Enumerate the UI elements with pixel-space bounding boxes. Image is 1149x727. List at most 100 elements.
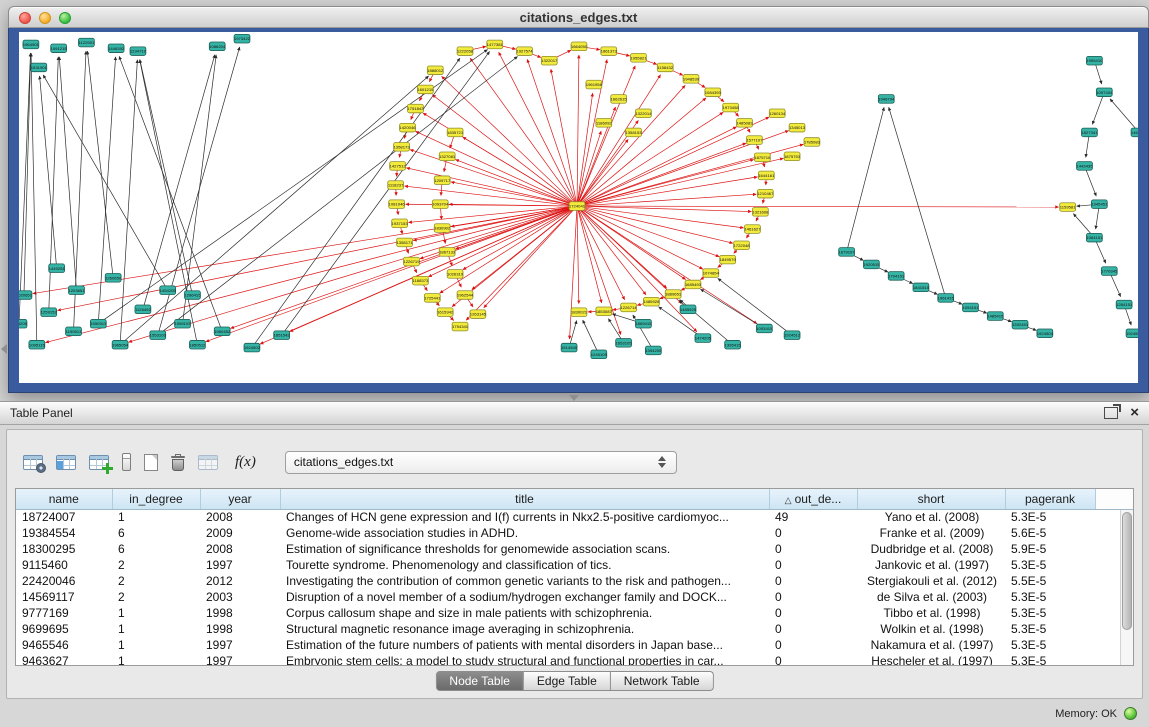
table-cell[interactable]: 18300295 [16, 541, 112, 557]
create-column-button[interactable] [87, 447, 111, 477]
table-cell[interactable]: 9115460 [16, 557, 112, 573]
table-row[interactable]: 969969511998Structural magnetic resonanc… [16, 621, 1133, 637]
graph-node[interactable]: 1188373 [412, 276, 429, 285]
show-columns-button[interactable] [54, 447, 78, 477]
graph-node[interactable]: 1615342 [437, 308, 454, 317]
table-cell[interactable]: Hescheler et al. (1997) [857, 653, 1005, 666]
table-row[interactable]: 1872400712008Changes of HCN gene express… [16, 509, 1133, 525]
table-cell[interactable]: Jankovic et al. (1997) [857, 557, 1005, 573]
function-builder-button[interactable]: f(x) [229, 447, 262, 477]
table-selector-dropdown[interactable]: citations_edges.txt [285, 451, 677, 474]
graph-node[interactable]: 1965054 [112, 340, 129, 349]
graph-node[interactable]: 1159581 [1060, 203, 1077, 212]
table-cell[interactable]: 9463627 [16, 653, 112, 666]
table-cell[interactable]: 0 [769, 589, 857, 605]
graph-node[interactable]: 1427512 [390, 162, 407, 171]
graph-node[interactable]: 1835721 [447, 128, 464, 137]
table-cell[interactable]: 22420046 [16, 573, 112, 589]
close-panel-icon[interactable]: × [1130, 407, 1139, 419]
table-cell[interactable]: 19384554 [16, 525, 112, 541]
table-cell[interactable]: Tibbo et al. (1998) [857, 605, 1005, 621]
table-cell[interactable]: 0 [769, 605, 857, 621]
graph-node[interactable]: 1093704 [432, 200, 449, 209]
graph-node[interactable]: 1358171 [396, 238, 413, 247]
table-cell[interactable]: 2 [112, 573, 200, 589]
graph-node[interactable]: 1245105 [591, 350, 608, 359]
graph-node[interactable]: 1685493 [685, 280, 702, 289]
table-cell[interactable]: Yano et al. (2008) [857, 509, 1005, 525]
graph-node[interactable]: 1927574 [516, 47, 533, 56]
table-cell[interactable]: 0 [769, 653, 857, 666]
graph-node[interactable]: 1095115 [29, 340, 46, 349]
single-column-button[interactable] [120, 447, 133, 477]
graph-node[interactable]: 1454205 [160, 286, 177, 295]
graph-node[interactable]: 1358173 [393, 142, 410, 151]
graph-node[interactable]: 1485083 [736, 119, 753, 128]
column-header-out-degree[interactable]: △out_de... [769, 489, 857, 509]
table-cell[interactable]: 0 [769, 525, 857, 541]
graph-node[interactable]: 1961958 [586, 80, 603, 89]
graph-node[interactable]: 1754341 [452, 322, 469, 331]
graph-node[interactable]: 1104205 [19, 319, 28, 328]
table-cell[interactable]: Genome-wide association studies in ADHD. [280, 525, 769, 541]
graph-node[interactable]: 1203651 [68, 286, 85, 295]
graph-node[interactable]: 1679197 [839, 248, 856, 257]
memory-status-indicator[interactable] [1124, 707, 1137, 720]
graph-node[interactable]: 1830902 [434, 224, 451, 233]
splitter-collapse-left-icon[interactable] [1, 344, 7, 354]
table-cell[interactable]: 0 [769, 557, 857, 573]
graph-node[interactable]: 1026319 [447, 270, 464, 279]
column-header-year[interactable]: year [200, 489, 280, 509]
graph-node[interactable]: 1226714 [620, 303, 637, 312]
table-cell[interactable]: Structural magnetic resonance image aver… [280, 621, 769, 637]
table-cell[interactable]: Disruption of a novel member of a sodium… [280, 589, 769, 605]
graph-node[interactable]: 1126492 [135, 305, 152, 314]
table-cell[interactable]: 5.9E-5 [1005, 541, 1095, 557]
table-cell[interactable]: 5.3E-5 [1005, 589, 1095, 605]
graph-node[interactable]: 1284151 [1116, 300, 1133, 309]
table-row[interactable]: 1938455462009Genome-wide association stu… [16, 525, 1133, 541]
table-row[interactable]: 977716911998Corpus callosum shape and si… [16, 605, 1133, 621]
graph-node[interactable]: 1118237 [388, 181, 404, 190]
vertical-scrollbar[interactable] [1120, 510, 1133, 665]
graph-node[interactable]: 1093415 [756, 324, 773, 333]
table-cell[interactable]: 0 [769, 573, 857, 589]
graph-node[interactable]: 1722048 [733, 241, 750, 250]
table-cell[interactable]: 2009 [200, 525, 280, 541]
graph-node[interactable]: 1841515 [913, 283, 930, 292]
graph-node[interactable]: 1259152 [41, 308, 58, 317]
table-cell[interactable]: Nakamura et al. (1997) [857, 637, 1005, 653]
graph-node[interactable]: 1851542 [274, 331, 291, 340]
graph-node[interactable]: 1474205 [695, 334, 712, 343]
table-cell[interactable]: 1998 [200, 605, 280, 621]
graph-node[interactable]: 1020651 [19, 291, 33, 300]
table-cell[interactable]: 2008 [200, 509, 280, 525]
table-row[interactable]: 1456911722003Disruption of a novel membe… [16, 589, 1133, 605]
table-cell[interactable]: 2 [112, 557, 200, 573]
scrollbar-thumb[interactable] [1122, 512, 1132, 630]
zoom-window-button[interactable] [59, 12, 71, 24]
graph-node[interactable]: 1664050 [571, 42, 588, 51]
graph-node[interactable]: 1263145 [470, 310, 487, 319]
table-row[interactable]: 946362711997Embryonic stem cells: a mode… [16, 653, 1133, 666]
table-cell[interactable]: Estimation of significance thresholds fo… [280, 541, 769, 557]
graph-node[interactable]: 1924512 [784, 331, 801, 340]
graph-node[interactable]: 1920515 [863, 260, 880, 269]
graph-node[interactable]: 1955410 [1086, 56, 1103, 65]
graph-node[interactable]: 1392451 [1012, 320, 1029, 329]
graph-node[interactable]: 1097434 [1096, 88, 1113, 97]
column-header-in-degree[interactable]: in_degree [112, 489, 200, 509]
table-cell[interactable]: de Silva et al. (2003) [857, 589, 1005, 605]
import-table-button[interactable] [196, 447, 220, 477]
graph-node[interactable]: 1946794 [878, 95, 895, 104]
graph-node[interactable]: 1122901 [78, 38, 95, 47]
graph-node[interactable]: 1751843 [407, 104, 424, 113]
graph-node[interactable]: 1937153 [392, 219, 409, 228]
table-cell[interactable]: Estimation of the future numbers of pati… [280, 637, 769, 653]
graph-node[interactable]: 1875716 [754, 153, 771, 162]
graph-node[interactable]: 1226719 [403, 257, 420, 266]
tab-edge-table[interactable]: Edge Table [524, 671, 611, 691]
table-cell[interactable]: 6 [112, 525, 200, 541]
table-cell[interactable]: 1997 [200, 653, 280, 666]
table-cell[interactable]: 0 [769, 541, 857, 557]
